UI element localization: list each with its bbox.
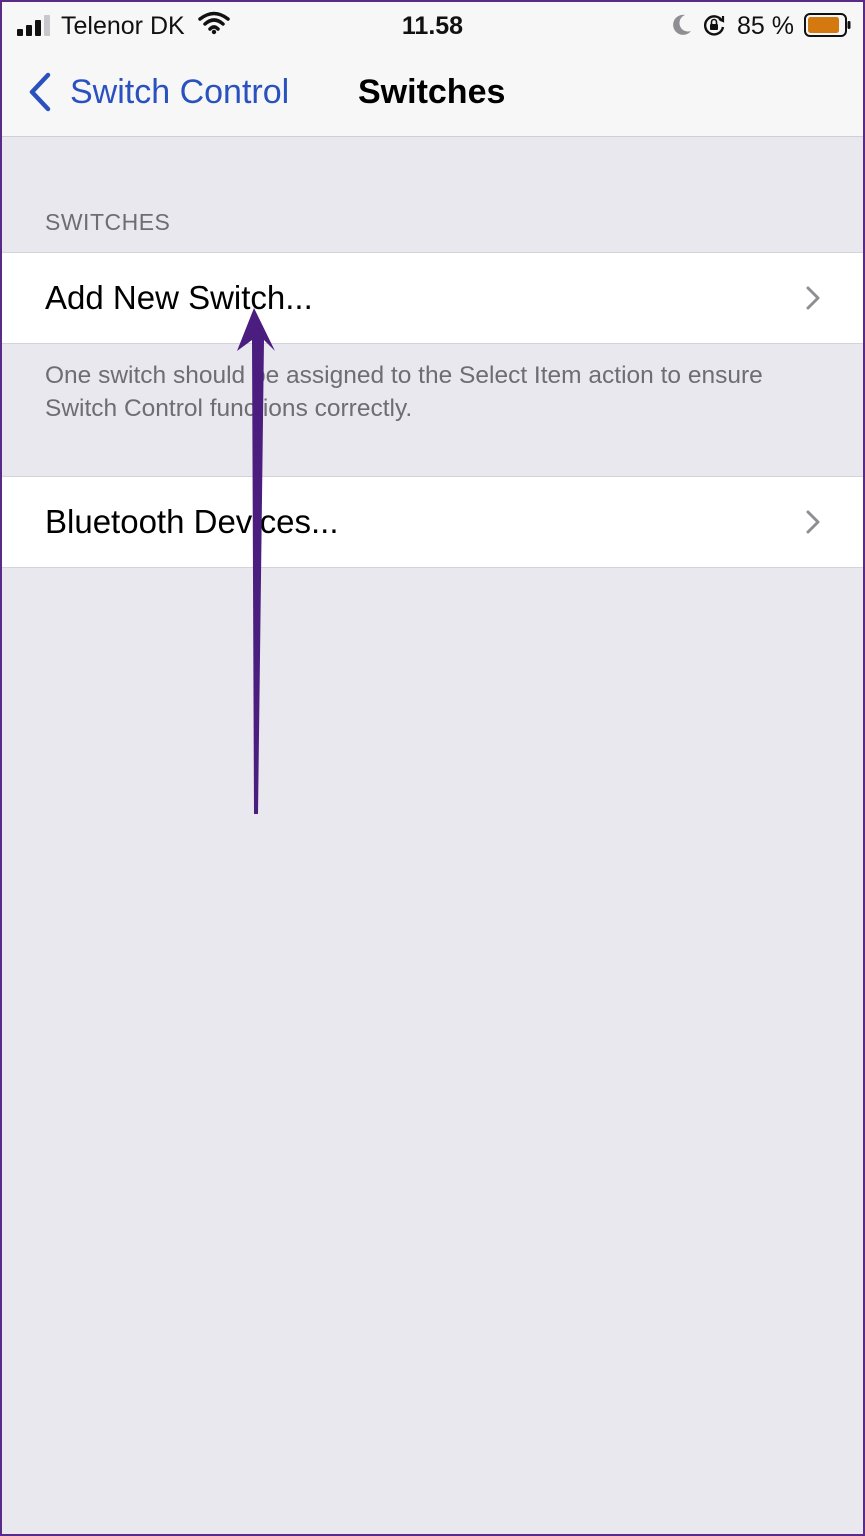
page-title: Switches (358, 73, 506, 111)
back-chevron-icon[interactable] (24, 71, 54, 113)
bluetooth-devices-row[interactable]: Bluetooth Devices... (2, 476, 863, 568)
battery-icon (804, 13, 851, 37)
battery-percent: 85 % (737, 12, 794, 40)
moon-icon (673, 14, 691, 35)
back-button[interactable]: Switch Control (70, 72, 289, 112)
bluetooth-devices-label: Bluetooth Devices... (45, 503, 339, 540)
add-new-switch-label: Add New Switch... (45, 279, 313, 316)
top-bar: Telenor DK 11.58 85 % Switch Control Swi… (2, 2, 863, 137)
section-header: SWITCHES (45, 209, 171, 235)
section-footer: One switch should be assigned to the Sel… (45, 362, 763, 422)
add-new-switch-row[interactable]: Add New Switch... (2, 252, 863, 344)
status-time: 11.58 (401, 12, 464, 40)
orientation-lock-icon (703, 15, 725, 36)
status-bar: Telenor DK 11.58 85 % (2, 2, 863, 48)
phone-screen: Telenor DK 11.58 85 % Switch Control Swi… (0, 0, 865, 1536)
navigation-bar: Switch Control Switches (2, 52, 863, 136)
chevron-right-icon (806, 510, 820, 534)
chevron-right-icon (806, 286, 820, 310)
